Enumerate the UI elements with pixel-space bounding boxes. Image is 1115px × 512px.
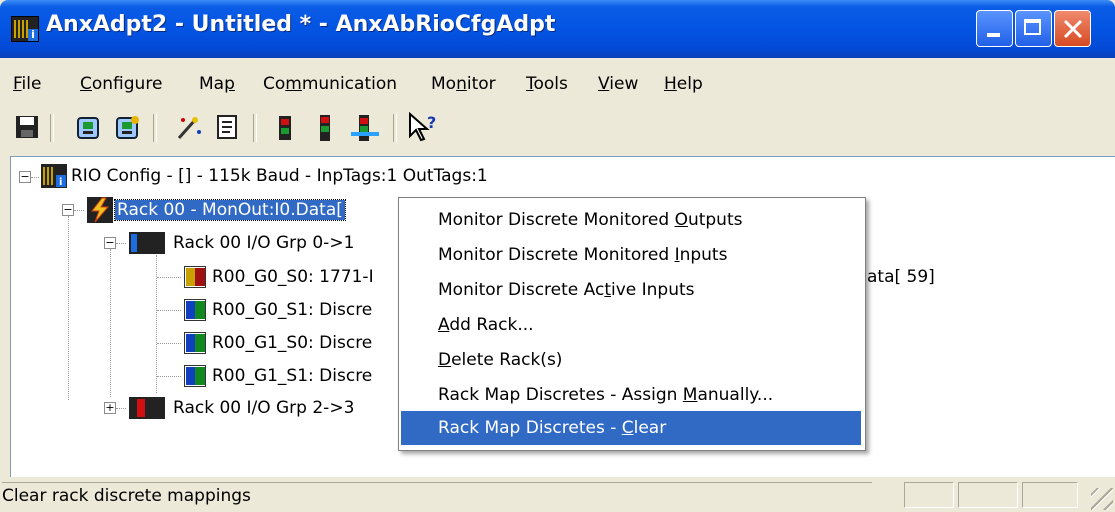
window-title: AnxAdpt2 - Untitled * - AnxAbRioCfgAdpt [46, 12, 556, 37]
rio-config-icon: i [41, 164, 67, 188]
tree-slot-label[interactable]: R00_G1_S0: Discre [212, 330, 372, 356]
download-config-icon[interactable] [113, 112, 143, 142]
close-button[interactable] [1054, 10, 1091, 47]
minimize-button[interactable] [976, 10, 1013, 47]
status-bar: Clear rack discrete mappings [0, 478, 1115, 512]
io-group-icon [129, 397, 165, 419]
slot-color-b [195, 268, 205, 286]
status-text: Clear rack discrete mappings [2, 482, 872, 509]
menu-communication[interactable]: Communication [263, 74, 397, 94]
tree-rack-label[interactable]: Rack 00 - MonOut:I0.Data[ [114, 199, 346, 221]
slot-color-a [186, 268, 195, 286]
slot-color-a [186, 301, 195, 319]
toolbar: ? [8, 108, 1108, 150]
menu-assign-manually[interactable]: Rack Map Discretes - Assign Manually... [401, 378, 861, 412]
menu-help[interactable]: Help [664, 74, 703, 94]
monitor-green-icon[interactable] [310, 112, 340, 142]
menu-delete-rack[interactable]: Delete Rack(s) [401, 343, 861, 377]
menu-configure[interactable]: Configure [80, 74, 162, 94]
app-icon[interactable]: i [11, 16, 39, 42]
slot-icon [184, 299, 206, 321]
menu-monitor-outputs[interactable]: Monitor Discrete Monitored Outputs [401, 203, 861, 237]
menu-monitor-active-inputs[interactable]: Monitor Discrete Active Inputs [401, 273, 861, 307]
slot-icon [184, 365, 206, 387]
context-help-icon[interactable]: ? [406, 112, 436, 142]
tree-group2-label[interactable]: Rack 00 I/O Grp 2->3 [173, 395, 354, 421]
save-icon[interactable] [12, 112, 42, 142]
wizard-icon[interactable] [173, 112, 203, 142]
close-icon [1063, 19, 1083, 39]
menu-monitor-inputs[interactable]: Monitor Discrete Monitored Inputs [401, 238, 861, 272]
tree-slot-tail: ata[ 59] [867, 267, 935, 287]
resize-grip[interactable] [1091, 488, 1113, 510]
svg-text:i: i [59, 177, 62, 188]
status-panel [1022, 482, 1078, 508]
status-panel [904, 482, 954, 508]
monitor-red-icon[interactable] [271, 112, 301, 142]
tree-root-label[interactable]: RIO Config - [] - 115k Baud - InpTags:1 … [71, 163, 488, 189]
menu-add-rack[interactable]: Add Rack... [401, 308, 861, 342]
title-bar[interactable]: i AnxAdpt2 - Untitled * - AnxAbRioCfgAdp… [0, 0, 1115, 58]
tree-slot-label[interactable]: R00_G1_S1: Discre [212, 363, 372, 389]
slot-icon [184, 332, 206, 354]
slot-color-b [195, 334, 205, 352]
tree-group1-label[interactable]: Rack 00 I/O Grp 0->1 [173, 230, 354, 256]
menu-clear-discretes[interactable]: Rack Map Discretes - Clear [401, 411, 861, 445]
tree-slot-label[interactable]: R00_G0_S0: 1771-I [212, 264, 374, 290]
collapse-group1-toggle[interactable]: − [104, 237, 116, 249]
menu-bar: File Configure Map Communication Monitor… [0, 70, 1115, 100]
slot-color-a [186, 367, 195, 385]
load-config-icon[interactable] [74, 112, 104, 142]
svg-text:?: ? [427, 113, 436, 132]
menu-map[interactable]: Map [199, 74, 235, 94]
menu-view[interactable]: View [598, 74, 638, 94]
collapse-root-toggle[interactable]: − [19, 171, 31, 183]
rack-lightning-icon [87, 197, 113, 223]
menu-file[interactable]: File [13, 74, 41, 94]
expand-group2-toggle[interactable]: + [104, 402, 116, 414]
report-icon[interactable] [212, 112, 242, 142]
menu-tools[interactable]: Tools [526, 74, 568, 94]
slot-color-b [195, 367, 205, 385]
app-window: i AnxAdpt2 - Untitled * - AnxAbRioCfgAdp… [0, 0, 1115, 512]
slot-color-a [186, 334, 195, 352]
maximize-button[interactable] [1015, 10, 1052, 47]
status-panel [958, 482, 1018, 508]
monitor-blue-icon[interactable] [349, 112, 379, 142]
tree-slot-label[interactable]: R00_G0_S1: Discre [212, 297, 372, 323]
menu-monitor[interactable]: Monitor [431, 74, 496, 94]
slot-color-b [195, 301, 205, 319]
slot-icon [184, 266, 206, 288]
io-group-icon [129, 232, 165, 254]
collapse-rack-toggle[interactable]: − [62, 204, 74, 216]
context-menu: Monitor Discrete Monitored Outputs Monit… [398, 197, 866, 451]
